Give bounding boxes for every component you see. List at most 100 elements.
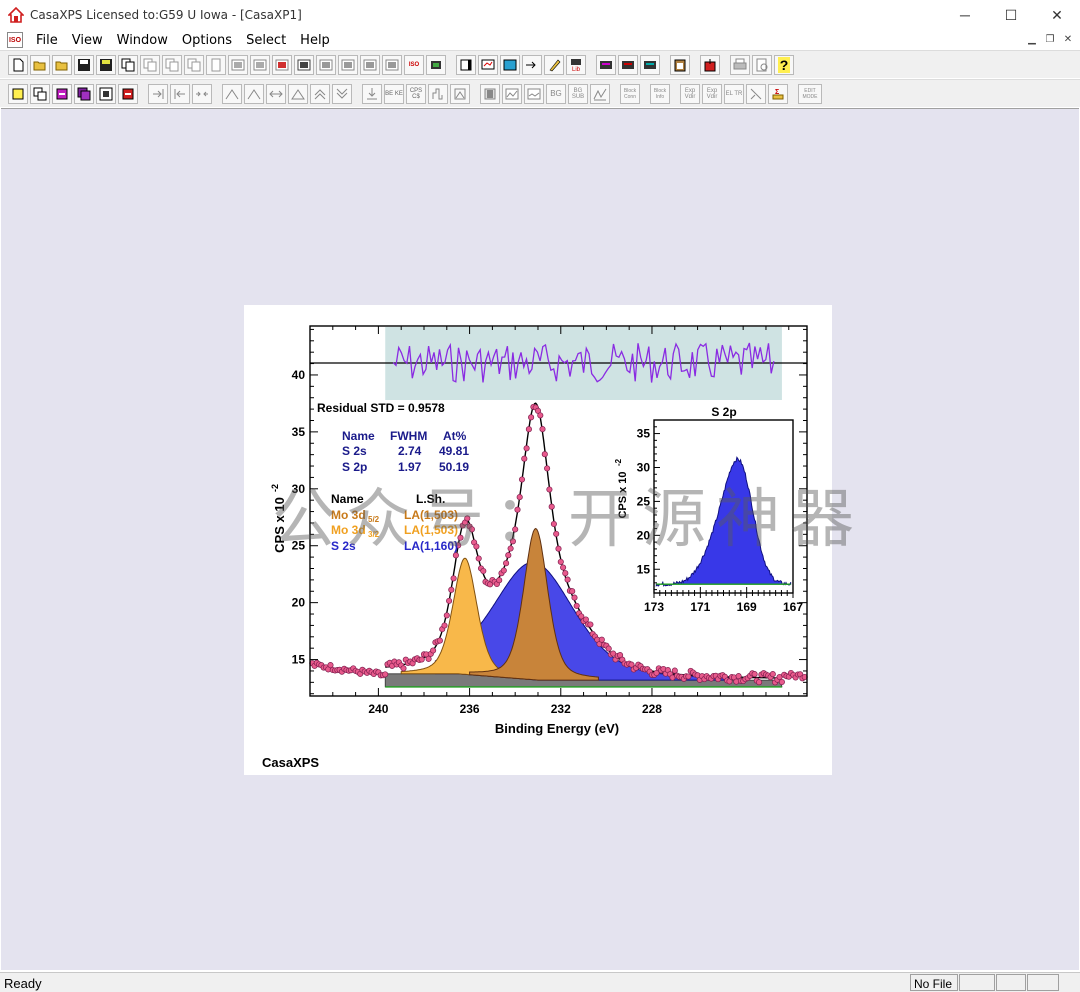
data-point xyxy=(509,538,516,545)
menu-window[interactable]: Window xyxy=(110,33,175,48)
block-info-icon[interactable]: Block Info xyxy=(650,83,670,104)
y-tick-label: 15 xyxy=(292,653,306,667)
window-magenta-icon[interactable] xyxy=(52,83,72,104)
page-grey-icon[interactable] xyxy=(316,54,336,75)
minimize-button[interactable]: ─ xyxy=(942,0,988,30)
title-bar: CasaXPS Licensed to:G59 U Iowa - [CasaXP… xyxy=(0,0,1080,30)
data-point xyxy=(557,558,564,565)
exp-vdir-icon[interactable]: Exp Vdir xyxy=(680,83,700,104)
mdi-restore-button[interactable]: ❐ xyxy=(1042,32,1058,46)
table2-header-name: Name xyxy=(331,492,364,506)
mdi-minimize-button[interactable]: ▁ xyxy=(1024,32,1040,46)
image-icon[interactable] xyxy=(500,54,520,75)
chevron-up-icon[interactable] xyxy=(310,83,330,104)
spectrum-plot-panel[interactable]: 240 236 232 228 15 20 25 30 35 40 Residual STD = … xyxy=(244,305,832,775)
pencil-icon[interactable] xyxy=(544,54,564,75)
table2-row2-lsh: LA(1,503) xyxy=(404,523,458,537)
spectrum-3-icon[interactable] xyxy=(640,54,660,75)
panel-icon[interactable] xyxy=(480,83,500,104)
edit-mode-icon[interactable]: EDIT MODE xyxy=(798,83,822,104)
copy-icon[interactable] xyxy=(118,54,138,75)
save-as-icon[interactable] xyxy=(96,54,116,75)
be-ke-icon[interactable]: BE KE xyxy=(384,83,404,104)
svg-text:Σ: Σ xyxy=(775,89,779,96)
chart-icon[interactable] xyxy=(450,83,470,104)
window-stack-icon[interactable] xyxy=(30,83,50,104)
maximize-button[interactable]: ☐ xyxy=(988,0,1034,30)
document-icon[interactable]: ISO xyxy=(7,32,23,48)
exp-vdir-2-icon[interactable]: Exp Vdir xyxy=(702,83,722,104)
clipboard-icon[interactable] xyxy=(670,54,690,75)
peak-add-2-icon[interactable] xyxy=(244,83,264,104)
chevron-down-icon[interactable] xyxy=(332,83,352,104)
page-icon[interactable] xyxy=(206,54,226,75)
el-tr-label: EL TR xyxy=(725,90,743,97)
window-yellow-icon[interactable] xyxy=(8,83,28,104)
el-tr-icon[interactable]: EL TR xyxy=(724,83,744,104)
copy-3-icon[interactable] xyxy=(162,54,182,75)
mdi-close-button[interactable]: ✕ xyxy=(1060,32,1076,46)
menu-help[interactable]: Help xyxy=(293,33,337,48)
peak-fit-icon[interactable] xyxy=(590,83,610,104)
page-black-icon[interactable] xyxy=(294,54,314,75)
sum-icon[interactable]: Σ xyxy=(768,83,788,104)
print-icon[interactable] xyxy=(730,54,750,75)
bg-icon[interactable]: BG xyxy=(546,83,566,104)
hist-icon[interactable] xyxy=(428,83,448,104)
new-file-icon[interactable] xyxy=(8,54,28,75)
print-preview-icon[interactable] xyxy=(752,54,772,75)
peak-icon[interactable] xyxy=(288,83,308,104)
display-icon[interactable] xyxy=(478,54,498,75)
bg-sub-icon[interactable]: BG SUB xyxy=(568,83,588,104)
cps-icon[interactable]: CPS C$ xyxy=(406,83,426,104)
page-red-icon[interactable] xyxy=(272,54,292,75)
inset-y-tick-label: 15 xyxy=(637,562,651,576)
spectrum-view-2-icon[interactable] xyxy=(524,83,544,104)
x-tick-label: 232 xyxy=(551,702,571,716)
open-folder-icon[interactable] xyxy=(30,54,50,75)
block-conn-icon[interactable]: Block Conn xyxy=(620,83,640,104)
iso-label: ISO xyxy=(408,61,420,68)
window-tile-icon[interactable] xyxy=(96,83,116,104)
copy-4-icon[interactable] xyxy=(184,54,204,75)
y-tick-label: 20 xyxy=(292,596,306,610)
menu-options[interactable]: Options xyxy=(175,33,239,48)
print-setup-icon[interactable] xyxy=(426,54,446,75)
x-tick-label: 240 xyxy=(368,702,388,716)
window-red-icon[interactable] xyxy=(118,83,138,104)
help-icon[interactable]: ? xyxy=(774,54,794,75)
menu-view[interactable]: View xyxy=(65,33,110,48)
open-folder-2-icon[interactable] xyxy=(52,54,72,75)
page-grid-2-icon[interactable] xyxy=(250,54,270,75)
menu-file[interactable]: File xyxy=(29,33,65,48)
spectrum-plot-svg[interactable]: 240 236 232 228 15 20 25 30 35 40 Residual STD = … xyxy=(244,305,832,775)
peak-add-icon[interactable] xyxy=(222,83,242,104)
align-right-icon[interactable] xyxy=(148,83,168,104)
expand-icon[interactable] xyxy=(266,83,286,104)
lib-icon[interactable]: Lib xyxy=(566,54,586,75)
save-icon[interactable] xyxy=(74,54,94,75)
data-point xyxy=(560,564,567,571)
compress-icon[interactable] xyxy=(192,83,212,104)
page-grey-3-icon[interactable] xyxy=(360,54,380,75)
y-tick-label: 40 xyxy=(292,368,306,382)
tool-icon[interactable] xyxy=(746,83,766,104)
iso-icon[interactable]: ISO xyxy=(404,54,424,75)
copy-2-icon[interactable] xyxy=(140,54,160,75)
export-icon[interactable] xyxy=(700,54,720,75)
align-left-icon[interactable] xyxy=(170,83,190,104)
menu-select[interactable]: Select xyxy=(239,33,293,48)
close-button[interactable]: ✕ xyxy=(1034,0,1080,30)
data-point xyxy=(523,445,530,452)
page-grid-icon[interactable] xyxy=(228,54,248,75)
download-icon[interactable] xyxy=(362,83,382,104)
spectrum-icon[interactable] xyxy=(596,54,616,75)
y-tick-label: 30 xyxy=(292,482,306,496)
page-grey-2-icon[interactable] xyxy=(338,54,358,75)
window-purple-icon[interactable] xyxy=(74,83,94,104)
page-grey-4-icon[interactable] xyxy=(382,54,402,75)
spectrum-2-icon[interactable] xyxy=(618,54,638,75)
frame-icon[interactable] xyxy=(456,54,476,75)
arrow-right-icon[interactable] xyxy=(522,54,542,75)
spectrum-view-icon[interactable] xyxy=(502,83,522,104)
